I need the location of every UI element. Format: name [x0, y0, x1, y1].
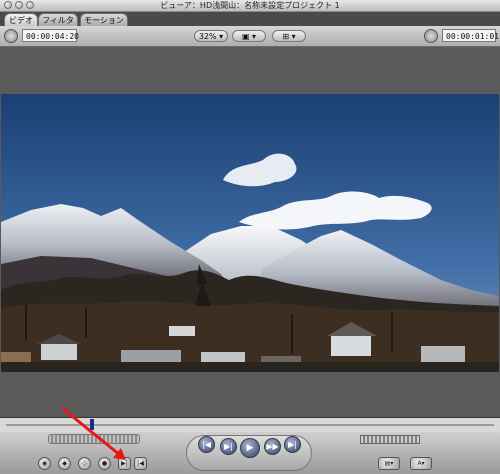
viewer-toolbar: 00:00:04:20 32% ▾ ▣ ▾ ⊞ ▾ 00:00:01:01 — [0, 26, 500, 47]
go-to-end-icon[interactable]: ▶| — [284, 436, 301, 453]
view-options-popup[interactable]: ▣ ▾ — [232, 30, 266, 42]
play-icon[interactable]: ▶ — [240, 438, 260, 458]
video-frame-image — [1, 94, 499, 372]
generator-icon[interactable]: A▾ — [410, 457, 432, 470]
timecode-current-field[interactable]: 00:00:01:01 — [442, 29, 499, 42]
go-to-start-icon[interactable]: |◀ — [198, 436, 215, 453]
play-around-icon[interactable]: ▶▶ — [264, 438, 281, 455]
marker-icon[interactable]: ◇ — [78, 457, 91, 470]
zoom-label: 32% — [198, 32, 217, 41]
zoom-popup[interactable]: 32% ▾ — [194, 30, 228, 42]
shuttle-control[interactable] — [48, 434, 140, 444]
mark-clip-icon[interactable]: ◆ — [58, 457, 71, 470]
transport-controls: |◀ ▶| ▶ ▶▶ ▶| ◉ ◆ ◇ ● ▶| |◀ ▤▾ A▾ — [0, 432, 500, 474]
mountain-landscape-image — [1, 94, 499, 372]
tab-motion[interactable]: モーション — [80, 13, 128, 26]
viewer-window: ビューア：HD浅間山：名称未設定プロジェクト 1 ビデオ フィルタ モーション … — [0, 0, 500, 474]
overlay-popup[interactable]: ⊞ ▾ — [272, 30, 306, 42]
tab-filters[interactable]: フィルタ — [38, 13, 78, 26]
play-in-out-icon[interactable]: ▶| — [220, 438, 237, 455]
overlay-icon: ⊞ — [282, 32, 290, 41]
playhead[interactable] — [90, 419, 94, 430]
match-frame-icon[interactable]: ◉ — [38, 457, 51, 470]
scrubber-bar[interactable] — [0, 417, 500, 433]
title-bar[interactable]: ビューア：HD浅間山：名称未設定プロジェクト 1 — [0, 0, 500, 12]
lock-icon[interactable]: ● — [98, 457, 111, 470]
mark-in-icon[interactable]: ▶| — [118, 457, 131, 470]
timecode-duration-field[interactable]: 00:00:04:20 — [22, 29, 79, 42]
dial-icon[interactable] — [4, 29, 18, 43]
tab-video[interactable]: ビデオ — [4, 13, 38, 26]
view-options-icon: ▣ — [241, 32, 250, 41]
window-title: ビューア：HD浅間山：名称未設定プロジェクト 1 — [160, 1, 340, 10]
scrubber-track — [6, 424, 494, 426]
tab-bar: ビデオ フィルタ モーション — [0, 12, 500, 26]
mark-out-icon[interactable]: |◀ — [134, 457, 147, 470]
dial-icon[interactable] — [424, 29, 438, 43]
jog-control[interactable] — [360, 435, 420, 444]
recent-clips-icon[interactable]: ▤▾ — [378, 457, 400, 470]
